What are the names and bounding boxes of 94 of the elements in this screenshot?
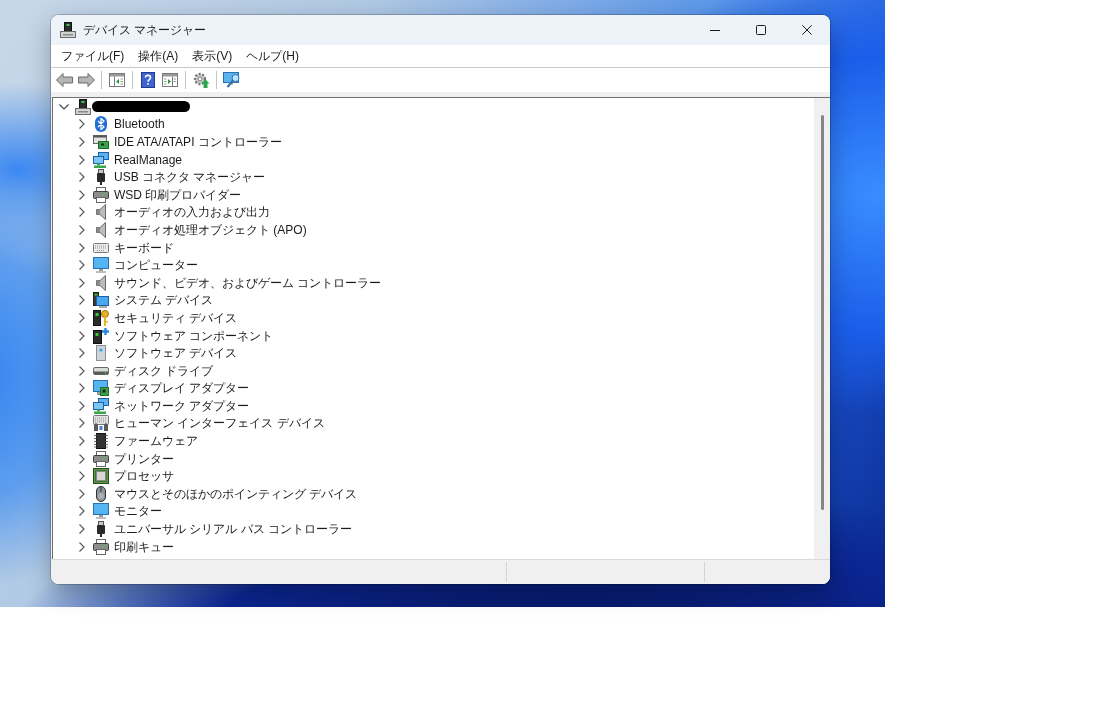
computer-icon (60, 22, 76, 38)
tower-monitor-icon (93, 292, 109, 309)
speaker-icon (96, 221, 106, 238)
device-category[interactable]: プロセッサ (114, 468, 174, 485)
device-category[interactable]: ソフトウェア デバイス (114, 345, 238, 362)
chevron-right-icon[interactable] (79, 488, 85, 499)
device-category[interactable]: モニター (114, 503, 162, 520)
monitor-card-icon (93, 380, 109, 397)
key-tower-icon (93, 309, 109, 326)
device-category[interactable]: Bluetooth (114, 116, 165, 133)
device-category[interactable]: ヒューマン インターフェイス デバイス (114, 415, 325, 432)
chevron-right-icon[interactable] (79, 453, 85, 464)
device-category[interactable]: WSD 印刷プロバイダー (114, 186, 242, 203)
device-category[interactable]: オーディオ処理オブジェクト (APO) (114, 221, 307, 238)
printer-icon (93, 186, 109, 203)
device-category[interactable]: 印刷キュー (114, 538, 174, 555)
chevron-right-icon[interactable] (79, 207, 85, 218)
device-category[interactable]: IDE ATA/ATAPI コントローラー (114, 134, 282, 150)
close-icon (802, 25, 812, 35)
menu-item[interactable]: ファイル(F) (61, 47, 125, 65)
chevron-right-icon[interactable] (79, 312, 85, 323)
chevron-right-icon[interactable] (79, 541, 85, 552)
mouse-icon (96, 485, 106, 502)
chevron-right-icon[interactable] (79, 224, 85, 235)
speaker-icon (96, 204, 106, 221)
device-category[interactable]: ファームウェア (114, 433, 198, 450)
monitor-icon (93, 503, 109, 520)
processor-icon (93, 468, 109, 485)
menu-item[interactable]: 表示(V) (192, 47, 233, 65)
device-category[interactable]: ソフトウェア コンポーネント (114, 327, 274, 344)
chevron-right-icon[interactable] (79, 524, 85, 535)
chevron-right-icon[interactable] (79, 400, 85, 411)
network-monitors-icon (93, 397, 109, 414)
keyboard-device-icon (93, 415, 109, 432)
menu-item[interactable]: 操作(A) (138, 47, 179, 65)
scrollbar-thumb[interactable] (821, 115, 824, 510)
monitor-search-icon (223, 72, 241, 88)
chevron-right-icon[interactable] (79, 154, 85, 165)
monitor-icon (93, 257, 109, 274)
disk-drive-icon (93, 366, 109, 375)
device-category[interactable]: ディスク ドライブ (114, 362, 214, 379)
device-category[interactable]: システム デバイス (114, 292, 214, 309)
device-category[interactable]: ネットワーク アダプター (114, 397, 250, 414)
chevron-right-icon[interactable] (79, 330, 85, 341)
chevron-right-icon[interactable] (79, 436, 85, 447)
chevron-right-icon[interactable] (79, 242, 85, 253)
speaker-icon (96, 274, 106, 291)
chevron-right-icon[interactable] (79, 365, 85, 376)
window-title: デバイス マネージャー (83, 21, 207, 39)
chevron-right-icon[interactable] (79, 418, 85, 429)
chevron-right-icon[interactable] (79, 348, 85, 359)
chevron-right-icon[interactable] (79, 189, 85, 200)
chevron-right-icon[interactable] (79, 119, 85, 130)
help-icon (141, 72, 155, 88)
device-category[interactable]: サウンド、ビデオ、およびゲーム コントローラー (114, 274, 382, 291)
printer-icon (93, 450, 109, 467)
chevron-right-icon[interactable] (79, 137, 85, 147)
usb-plug-icon (97, 169, 105, 186)
device-category[interactable]: オーディオの入力および出力 (114, 204, 270, 221)
chevron-right-icon[interactable] (79, 172, 85, 183)
minimize-icon (710, 29, 720, 31)
device-category[interactable]: RealManage (114, 151, 183, 168)
device-category[interactable]: セキュリティ デバイス (114, 309, 238, 326)
chevron-down-icon[interactable] (59, 103, 69, 110)
tower-plus-icon (93, 327, 109, 344)
pane-window-icon (109, 73, 125, 87)
chevron-right-icon[interactable] (79, 383, 85, 394)
menu-item[interactable]: ヘルプ(H) (246, 47, 299, 65)
device-category[interactable]: プリンター (114, 450, 174, 467)
device-category[interactable]: ユニバーサル シリアル バス コントローラー (114, 521, 352, 538)
chevron-right-icon[interactable] (79, 277, 85, 288)
device-category[interactable]: マウスとそのほかのポインティング デバイス (114, 485, 358, 502)
chip-icon (94, 433, 108, 450)
chevron-right-icon[interactable] (79, 260, 85, 271)
controller-card-icon (93, 135, 109, 149)
tower-icon (96, 345, 106, 362)
keyboard-icon (93, 242, 109, 253)
network-monitors-icon (93, 151, 109, 168)
forward-arrow-icon (77, 73, 95, 87)
chevron-right-icon[interactable] (79, 506, 85, 517)
gear-arrow-icon (192, 72, 210, 88)
chevron-right-icon[interactable] (79, 471, 85, 482)
printer-icon (93, 538, 109, 555)
maximize-icon (756, 25, 766, 35)
usb-plug-icon (97, 521, 105, 538)
device-category[interactable]: キーボード (114, 239, 174, 256)
device-category[interactable]: コンピューター (114, 257, 198, 274)
bluetooth-icon (95, 116, 107, 133)
chevron-right-icon[interactable] (79, 295, 85, 306)
back-arrow-icon (55, 73, 73, 87)
device-category[interactable]: USB コネクタ マネージャー (114, 169, 266, 186)
pane-window-icon (162, 73, 178, 87)
scrollbar-track[interactable] (814, 98, 830, 559)
device-category[interactable]: ディスプレイ アダプター (114, 380, 250, 397)
